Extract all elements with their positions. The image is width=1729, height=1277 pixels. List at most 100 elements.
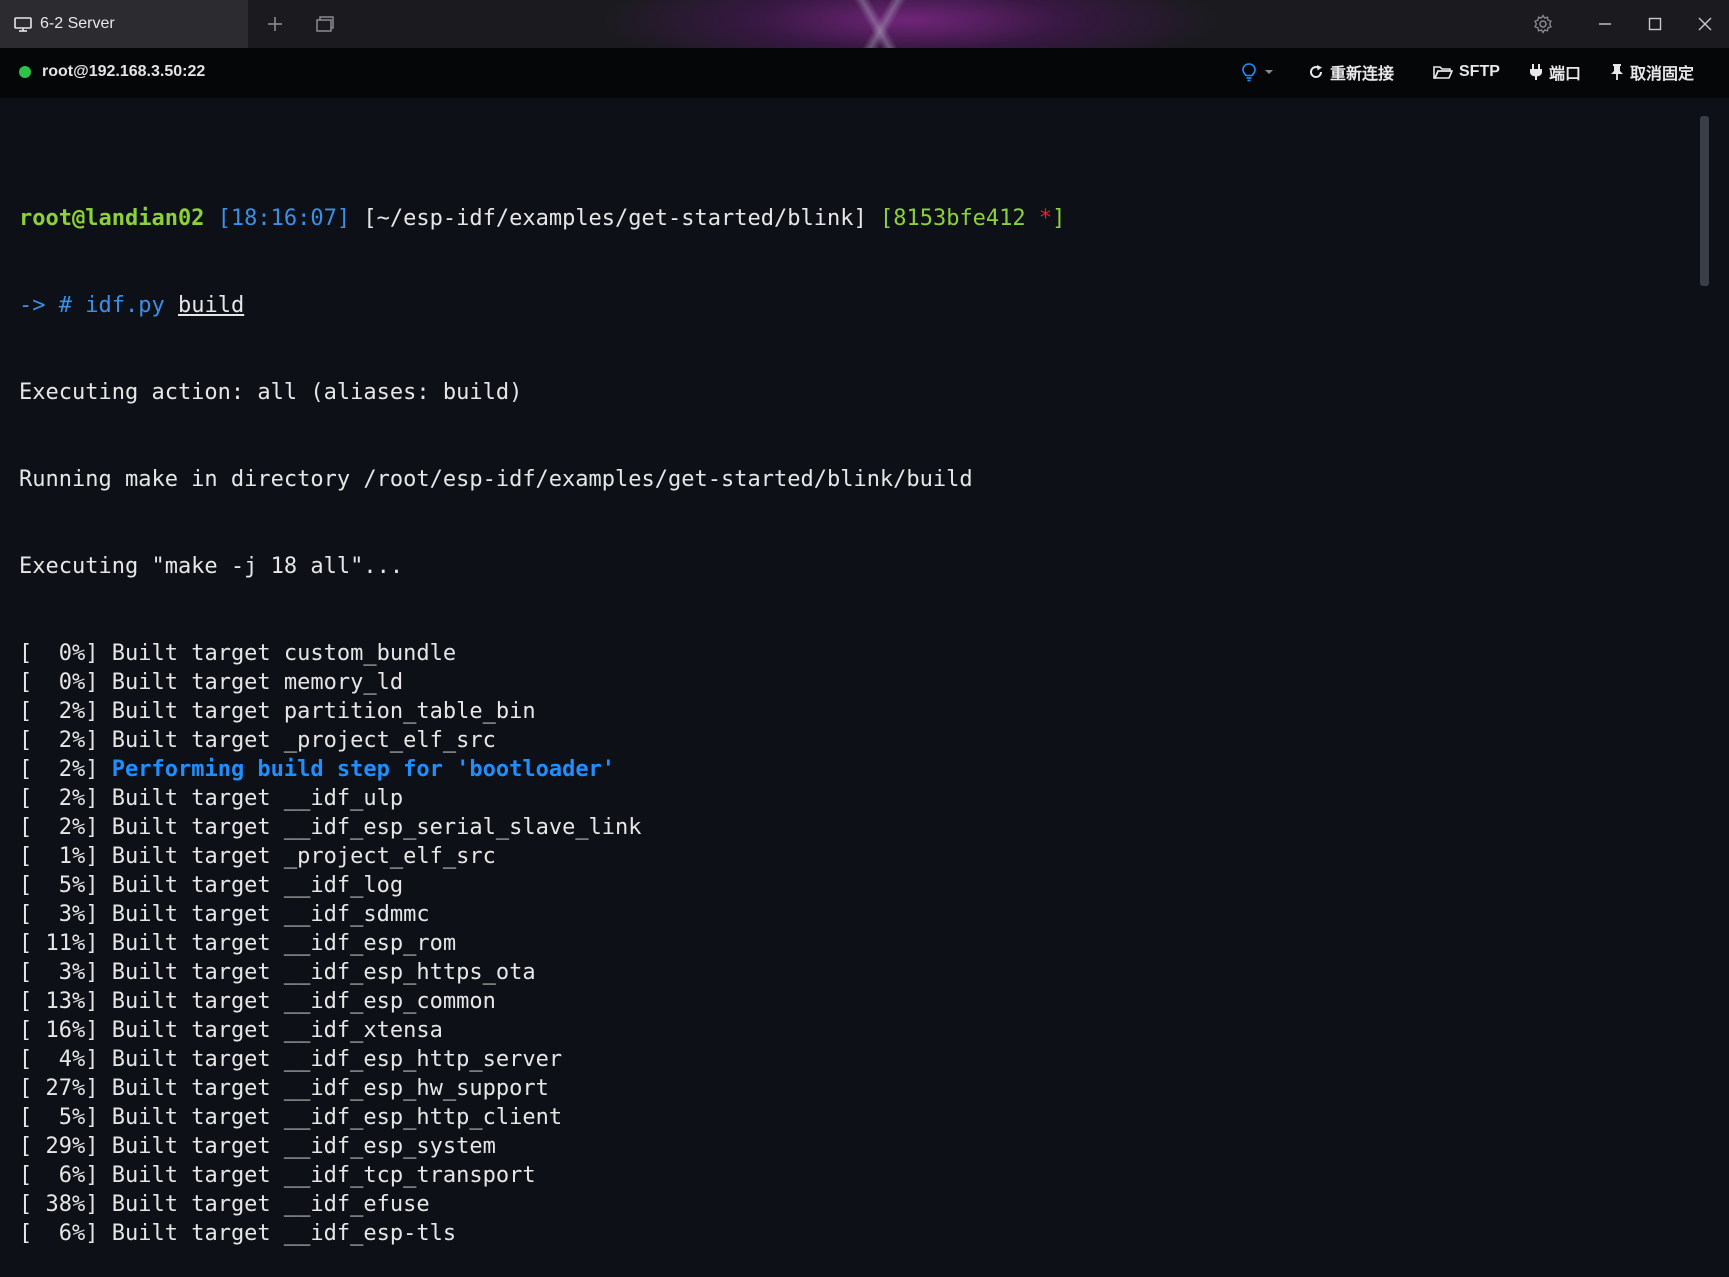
build-progress: [ 27%] [19,1076,99,1101]
build-message: Built target __idf_sdmmc [111,902,430,927]
build-message: Built target __idf_esp_system [111,1134,496,1159]
prompt-git-dirty: * [1038,206,1053,231]
build-line: [ 13%] Built target __idf_esp_common [19,987,1065,1016]
build-progress: [ 2%] [19,757,99,782]
windows-stack-icon [316,16,334,32]
build-line: [ 16%] Built target __idf_xtensa [19,1016,1065,1045]
build-message: Built target __idf_esp-tls [111,1221,457,1246]
build-progress: [ 2%] [19,786,99,811]
refresh-icon [1310,65,1323,78]
build-progress: [ 3%] [19,960,99,985]
output-line: Executing "make -j 18 all"... [19,554,404,579]
build-message: Built target custom_bundle [111,641,457,666]
connection-label: root@192.168.3.50:22 [42,63,206,80]
command-name: idf.py [85,293,165,318]
prompt-path: [~/esp-idf/examples/get-started/blink] [363,206,867,231]
hint-dropdown[interactable] [1240,60,1280,84]
close-icon [1698,17,1712,31]
reconnect-label: 重新连接 [1330,66,1395,83]
tab-title: 6-2 Server [40,15,115,32]
build-message: Built target partition_table_bin [111,699,536,724]
settings-button[interactable] [1529,10,1557,38]
lightbulb-icon [1242,63,1256,82]
build-line: [ 27%] Built target __idf_esp_hw_support [19,1074,1065,1103]
caret-down-icon [1265,70,1273,74]
folder-open-icon [1433,66,1453,79]
build-line: [ 6%] Built target __idf_tcp_transport [19,1161,1065,1190]
build-line: [ 2%] Built target __idf_esp_serial_slav… [19,813,1065,842]
close-button[interactable] [1691,10,1719,38]
build-message: Built target __idf_esp_https_ota [111,960,536,985]
build-progress: [ 5%] [19,1105,99,1130]
ports-button[interactable]: 端口 [1529,60,1581,84]
title-bar-decoration-lines [790,0,970,48]
build-progress: [ 6%] [19,1221,99,1246]
sftp-label: SFTP [1459,63,1500,80]
build-progress: [ 1%] [19,844,99,869]
build-message: Built target memory_ld [111,670,404,695]
monitor-icon [14,16,32,32]
maximize-icon [1648,17,1662,31]
build-progress: [ 16%] [19,1018,99,1043]
build-line: [ 1%] Built target _project_elf_src [19,842,1065,871]
command-argument: build [177,293,245,318]
title-bar: 6-2 Server [0,0,1729,48]
connection-status-dot [19,66,31,78]
build-message: Built target __idf_esp_http_server [111,1047,563,1072]
minimize-button[interactable] [1591,10,1619,38]
unpin-button[interactable]: 取消固定 [1610,60,1694,84]
gear-icon [1534,14,1552,34]
build-progress: [ 2%] [19,815,99,840]
build-progress: [ 6%] [19,1163,99,1188]
build-line: [ 2%] Performing build step for 'bootloa… [19,755,1065,784]
sftp-button[interactable]: SFTP [1433,60,1500,84]
build-message: Built target __idf_tcp_transport [111,1163,536,1188]
tab-overview-button[interactable] [313,12,337,36]
prompt-git-close: ] [1052,206,1066,231]
build-line: [ 38%] Built target __idf_efuse [19,1190,1065,1219]
build-message: Built target __idf_ulp [111,786,404,811]
build-message: Built target __idf_esp_rom [111,931,457,956]
prompt-line: root@landian02 [18:16:07] [~/esp-idf/exa… [19,204,1065,233]
build-line: [ 2%] Built target _project_elf_src [19,726,1065,755]
reconnect-button[interactable]: 重新连接 [1308,60,1394,84]
build-progress: [ 2%] [19,728,99,753]
terminal-scrollbar[interactable] [1700,116,1709,286]
build-line: [ 5%] Built target __idf_esp_http_client [19,1103,1065,1132]
build-line: [ 0%] Built target memory_ld [19,668,1065,697]
build-line: [ 3%] Built target __idf_sdmmc [19,900,1065,929]
prompt-user: root@landian02 [19,206,205,231]
build-line: [ 4%] Built target __idf_esp_http_server [19,1045,1065,1074]
minimize-icon [1599,23,1611,25]
plug-icon [1530,64,1542,80]
unpin-label: 取消固定 [1630,66,1695,83]
build-progress: [ 38%] [19,1192,99,1217]
output-line: Running make in directory /root/esp-idf/… [19,467,973,492]
build-progress: [ 4%] [19,1047,99,1072]
build-message: Built target __idf_esp_serial_slave_link [111,815,642,840]
prompt-git-hash: [8153bfe412 [879,206,1026,231]
build-message: Built target __idf_esp_hw_support [111,1076,549,1101]
build-message: Built target __idf_log [111,873,404,898]
build-message: Built target __idf_xtensa [111,1018,443,1043]
tab-session[interactable]: 6-2 Server [0,0,248,48]
build-output: [ 0%] Built target custom_bundle[ 0%] Bu… [19,639,1065,1248]
build-line: [ 0%] Built target custom_bundle [19,639,1065,668]
build-message: Built target __idf_esp_http_client [111,1105,563,1130]
build-step-message: Performing build step for 'bootloader' [111,757,616,782]
build-message: Built target __idf_esp_common [111,989,496,1014]
build-line: [ 6%] Built target __idf_esp-tls [19,1219,1065,1248]
prompt-time: [18:16:07] [217,206,351,231]
build-progress: [ 29%] [19,1134,99,1159]
ports-label: 端口 [1549,66,1582,83]
build-message: Built target __idf_efuse [111,1192,430,1217]
build-line: [ 3%] Built target __idf_esp_https_ota [19,958,1065,987]
build-progress: [ 2%] [19,699,99,724]
new-tab-button[interactable] [263,12,287,36]
pin-icon [1611,64,1623,80]
build-line: [ 2%] Built target __idf_ulp [19,784,1065,813]
build-line: [ 11%] Built target __idf_esp_rom [19,929,1065,958]
command-line: -> # idf.py build [19,291,1065,320]
build-message: Built target _project_elf_src [111,844,496,869]
maximize-button[interactable] [1641,10,1669,38]
